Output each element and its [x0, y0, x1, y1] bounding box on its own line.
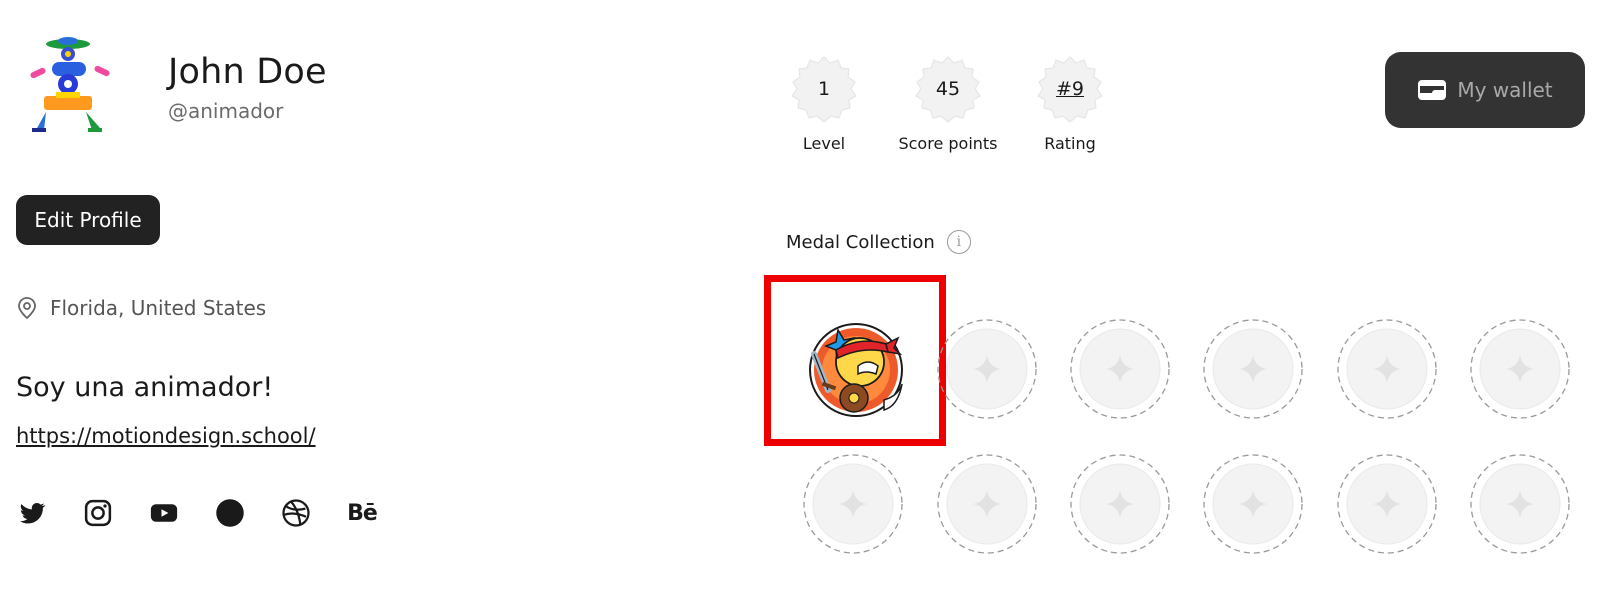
empty-medal-slot	[1469, 453, 1571, 555]
instagram-icon[interactable]	[82, 497, 114, 529]
rating-badge[interactable]: #9	[1033, 52, 1107, 126]
stat-rating[interactable]: #9 Rating	[1032, 52, 1108, 153]
profile-handle: @animador	[168, 99, 284, 123]
empty-medal-slot	[1202, 453, 1304, 555]
medal-collection-title: Medal Collection	[786, 231, 935, 253]
wallet-label[interactable]: My wallet	[1457, 78, 1552, 102]
twitter-icon[interactable]	[16, 497, 48, 529]
score-label: Score points	[898, 134, 998, 153]
score-value: 45	[935, 78, 961, 100]
empty-medal-slot	[1202, 318, 1304, 420]
stat-level: 1 Level	[786, 52, 862, 153]
empty-medal-slot	[1069, 453, 1171, 555]
level-badge: 1	[787, 52, 861, 126]
wallet-icon	[1418, 80, 1447, 100]
rating-value[interactable]: #9	[1033, 78, 1107, 100]
behance-icon[interactable]: Bē	[346, 497, 378, 529]
location-text: Florida, United States	[50, 296, 267, 320]
score-badge: 45	[911, 52, 985, 126]
youtube-icon[interactable]	[148, 497, 180, 529]
edit-profile-button[interactable]: Edit Profile	[16, 195, 160, 245]
empty-medal-slot	[1336, 318, 1438, 420]
dribbble-icon[interactable]	[280, 497, 312, 529]
avatar	[22, 34, 118, 138]
circle-icon[interactable]	[214, 497, 246, 529]
info-icon[interactable]: i	[946, 230, 971, 254]
location: Florida, United States	[16, 296, 266, 320]
my-wallet-button[interactable]: My wallet	[1385, 52, 1585, 128]
level-label: Level	[802, 134, 846, 153]
empty-medal-slot	[936, 453, 1038, 555]
earned-medal-warrior[interactable]	[798, 314, 908, 422]
medal-collection-heading: Medal Collection i	[786, 230, 971, 254]
empty-medal-slot	[936, 318, 1038, 420]
empty-medal-slot	[1469, 318, 1571, 420]
empty-medal-slot	[1069, 318, 1171, 420]
website-link[interactable]: https://motiondesign.school/	[16, 424, 316, 448]
empty-medal-slot	[1336, 453, 1438, 555]
rating-label: Rating	[1044, 134, 1096, 153]
profile-bio: Soy una animador!	[16, 372, 274, 403]
social-links: Bē	[16, 497, 412, 529]
stat-score: 45 Score points	[898, 52, 998, 153]
location-pin-icon	[18, 297, 36, 320]
empty-medal-slot	[802, 453, 904, 555]
level-value: 1	[817, 78, 831, 100]
profile-name: John Doe	[168, 52, 327, 92]
